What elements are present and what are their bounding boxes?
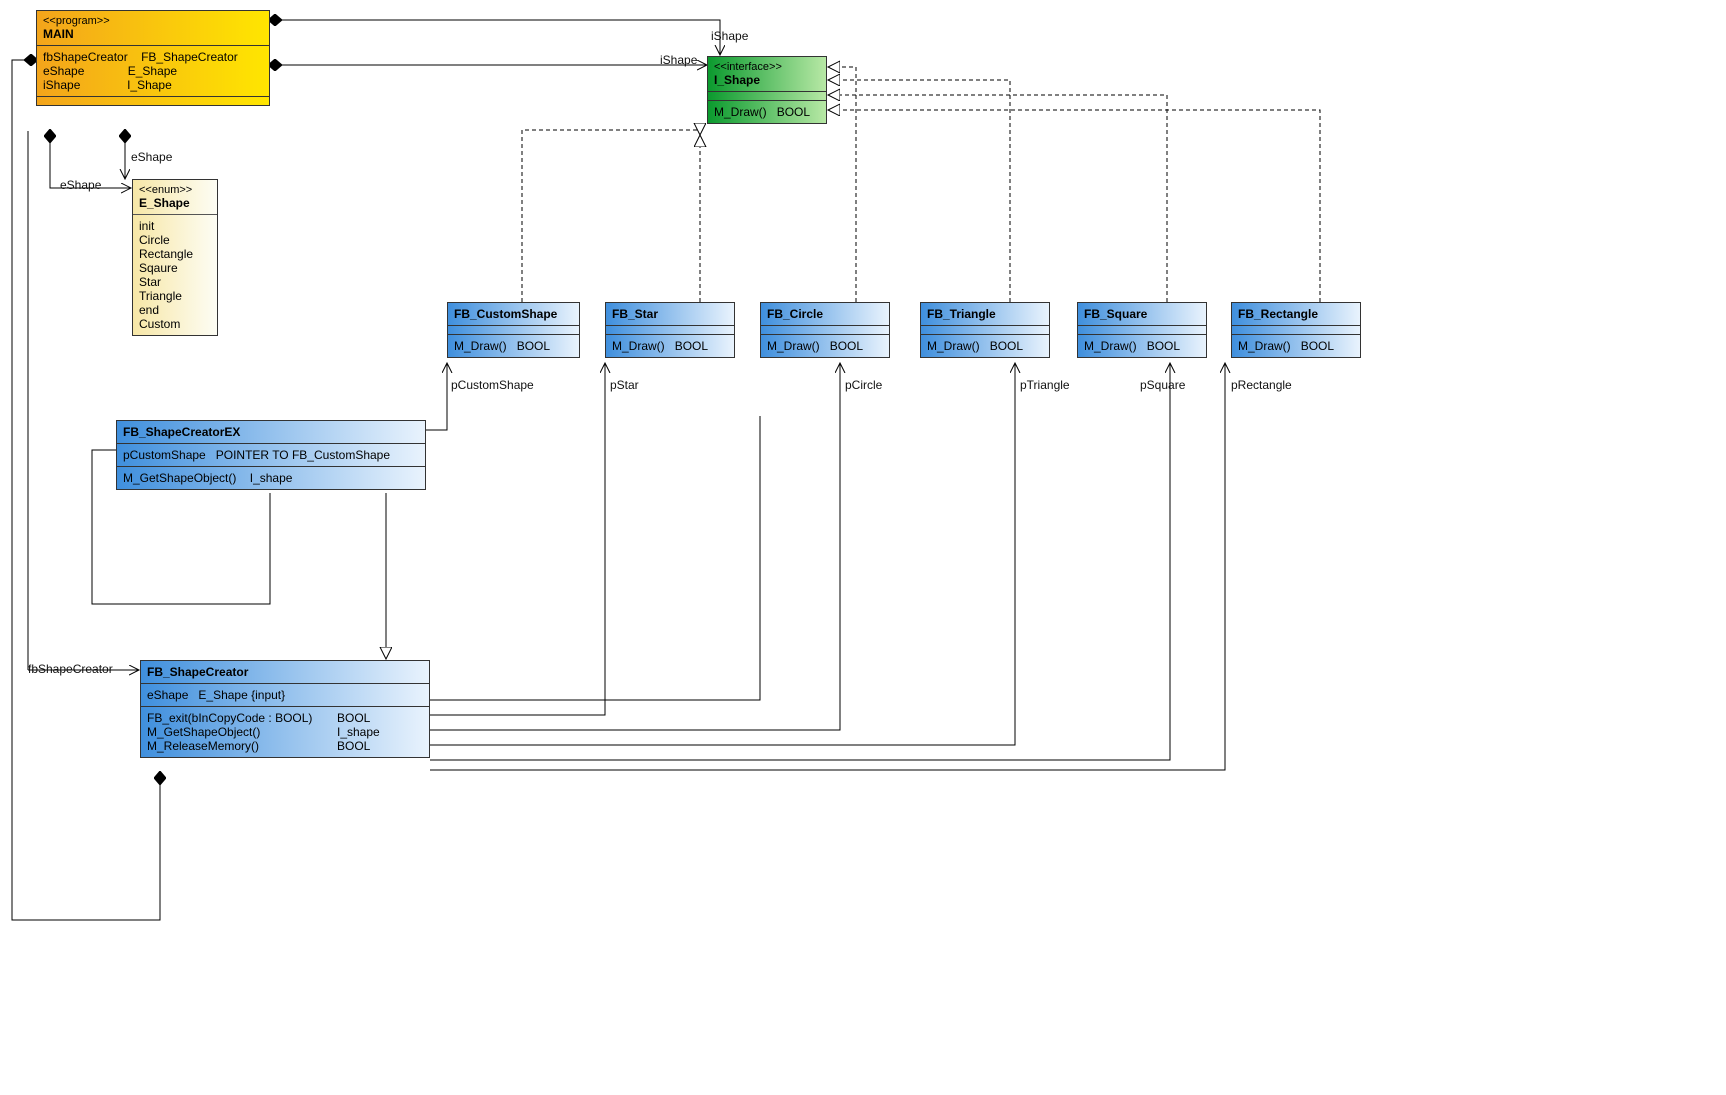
class-fb-circle: FB_Circle M_Draw() BOOL (760, 302, 890, 358)
main-stereotype: <<program>> (43, 15, 263, 27)
ishape-stereotype: <<interface>> (714, 61, 820, 73)
label-pcustomshape: pCustomShape (451, 378, 534, 392)
label-ishape-1: iShape (711, 29, 748, 43)
main-attrs: fbShapeCreator FB_ShapeCreator eShape E_… (37, 46, 269, 97)
class-fb-shapecreatorex: FB_ShapeCreatorEX pCustomShape POINTER T… (116, 420, 426, 490)
label-fbshapecreator: fbShapeCreator (28, 662, 113, 676)
class-fb-shapecreator: FB_ShapeCreator eShape E_Shape {input} F… (140, 660, 430, 758)
label-eshape-1: eShape (131, 150, 172, 164)
label-prectangle: pRectangle (1231, 378, 1292, 392)
label-pcircle: pCircle (845, 378, 882, 392)
ishape-ops: M_Draw() BOOL (708, 101, 826, 123)
class-fb-customshape: FB_CustomShape M_Draw() BOOL (447, 302, 580, 358)
label-eshape-2: eShape (60, 178, 101, 192)
class-fb-triangle: FB_Triangle M_Draw() BOOL (920, 302, 1050, 358)
label-ishape-2: iShape (660, 53, 697, 67)
ishape-attrs-empty (708, 92, 826, 101)
eshape-name: E_Shape (139, 196, 211, 210)
enum-eshape: <<enum>> E_Shape init Circle Rectangle S… (132, 179, 218, 336)
label-pstar: pStar (610, 378, 639, 392)
label-ptriangle: pTriangle (1020, 378, 1070, 392)
edges-layer (0, 0, 1726, 1095)
interface-ishape: <<interface>> I_Shape M_Draw() BOOL (707, 56, 827, 124)
main-name: MAIN (43, 27, 263, 41)
class-fb-square: FB_Square M_Draw() BOOL (1077, 302, 1207, 358)
main-ops-empty (37, 97, 269, 105)
label-psquare: pSquare (1140, 378, 1185, 392)
eshape-stereotype: <<enum>> (139, 184, 211, 196)
eshape-values: init Circle Rectangle Sqaure Star Triang… (133, 215, 217, 335)
class-fb-rectangle: FB_Rectangle M_Draw() BOOL (1231, 302, 1361, 358)
class-main: <<program>> MAIN fbShapeCreator FB_Shape… (36, 10, 270, 106)
class-fb-star: FB_Star M_Draw() BOOL (605, 302, 735, 358)
ishape-name: I_Shape (714, 73, 820, 87)
